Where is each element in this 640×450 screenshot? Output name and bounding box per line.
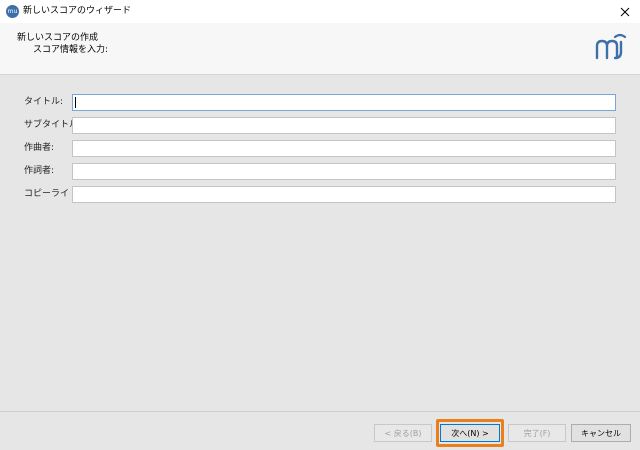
subtitle-row: サブタイトル: — [0, 117, 640, 134]
subtitle-input[interactable] — [72, 117, 616, 134]
title-input[interactable] — [72, 94, 616, 111]
back-button[interactable]: < 戻る(B) — [374, 424, 432, 442]
composer-label: 作曲者: — [24, 143, 55, 153]
composer-row: 作曲者: — [0, 140, 640, 157]
page-subtitle: スコア情報を入力: — [33, 45, 109, 55]
cancel-button[interactable]: キャンセル — [571, 424, 631, 442]
composer-input[interactable] — [72, 140, 616, 157]
title-row: タイトル: — [0, 94, 640, 111]
close-icon — [620, 7, 630, 16]
next-button[interactable]: 次へ(N) > — [440, 424, 500, 442]
finish-button[interactable]: 完了(F) — [508, 424, 566, 442]
footer-divider — [0, 411, 640, 412]
title-bar: mu 新しいスコアのウィザード — [0, 0, 640, 23]
window-title: 新しいスコアのウィザード — [23, 6, 132, 16]
copyright-row: コピーライト: — [0, 186, 640, 203]
lyricist-input[interactable] — [72, 163, 616, 180]
text-caret — [75, 97, 76, 108]
page-title: 新しいスコアの作成 — [17, 33, 99, 43]
wizard-header: 新しいスコアの作成 スコア情報を入力: — [0, 23, 640, 75]
title-label: タイトル: — [24, 97, 64, 107]
lyricist-row: 作詞者: — [0, 163, 640, 180]
lyricist-label: 作詞者: — [24, 166, 55, 176]
close-button[interactable] — [610, 0, 640, 23]
musescore-logo-icon — [595, 33, 627, 60]
copyright-input[interactable] — [72, 186, 616, 203]
musescore-app-icon: mu — [6, 5, 19, 18]
